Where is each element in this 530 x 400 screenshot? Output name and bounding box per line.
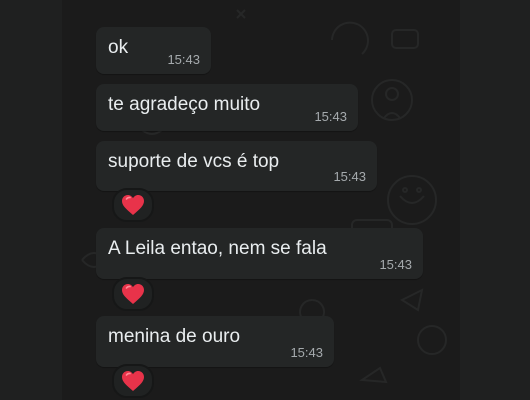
message-time: 15:43 — [314, 109, 347, 124]
chat-left-margin — [0, 0, 62, 400]
message-bubble[interactable]: ok 15:43 — [96, 27, 211, 74]
message-bubble[interactable]: A Leila entao, nem se fala 15:43 — [96, 228, 423, 279]
message-time: 15:43 — [290, 345, 323, 360]
message-bubble[interactable]: menina de ouro 15:43 — [96, 316, 334, 367]
message-text: A Leila entao, nem se fala — [108, 238, 327, 259]
message-time: 15:43 — [333, 169, 366, 184]
chat-right-margin — [460, 0, 530, 400]
message-reaction[interactable] — [112, 364, 154, 398]
message-text: menina de ouro — [108, 326, 241, 347]
heart-icon — [122, 371, 144, 391]
message-text: suporte de vcs é top — [108, 151, 280, 172]
message-bubble[interactable]: suporte de vcs é top 15:43 — [96, 141, 377, 191]
message-text: te agradeço muito — [108, 94, 261, 115]
message-time: 15:43 — [379, 257, 412, 272]
heart-icon — [122, 284, 144, 304]
message-reaction[interactable] — [112, 277, 154, 311]
heart-icon — [122, 195, 144, 215]
message-text: ok — [108, 37, 129, 58]
message-bubble[interactable]: te agradeço muito 15:43 — [96, 84, 358, 131]
message-time: 15:43 — [167, 52, 200, 67]
message-reaction[interactable] — [112, 188, 154, 222]
chat-pane: ok 15:43 te agradeço muito 15:43 suporte… — [0, 0, 530, 400]
